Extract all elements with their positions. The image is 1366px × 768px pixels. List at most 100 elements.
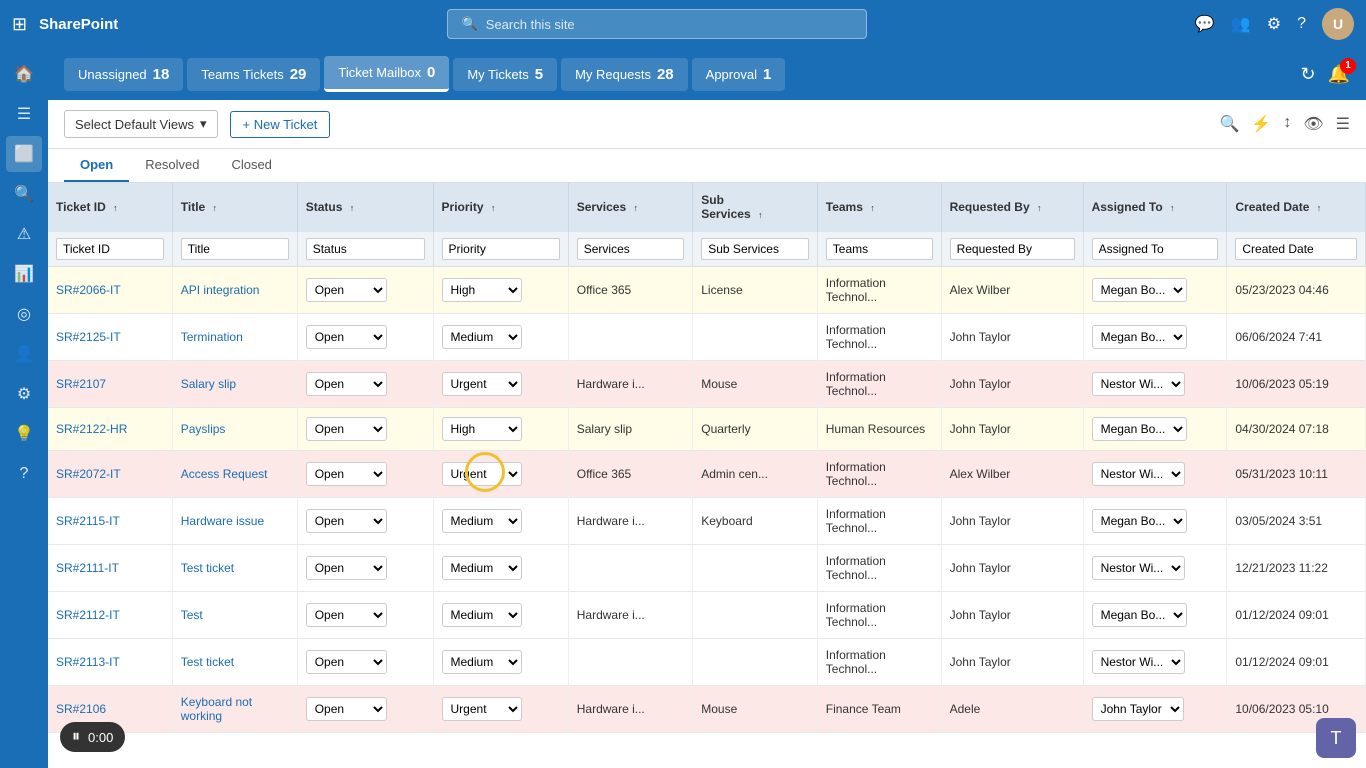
search-filter-icon[interactable]: 🔍 xyxy=(1220,114,1240,134)
tab-ticket-mailbox[interactable]: Ticket Mailbox 0 xyxy=(324,56,449,92)
assigned-to-select-7[interactable]: Megan Bo... xyxy=(1092,603,1187,627)
priority-select-9[interactable]: Low Medium High Urgent xyxy=(442,697,522,721)
sidebar-lightbulb-icon[interactable]: 💡 xyxy=(6,416,42,452)
col-title[interactable]: Title ↑ xyxy=(172,183,297,232)
filter-created-date[interactable] xyxy=(1235,238,1357,260)
filter-requested-by[interactable] xyxy=(950,238,1075,260)
ticket-id-cell[interactable]: SR#2112-IT xyxy=(56,608,120,622)
status-select-7[interactable]: Open Resolved Closed xyxy=(306,603,387,627)
ticket-id-cell[interactable]: SR#2115-IT xyxy=(56,514,120,528)
settings-icon[interactable]: ⚙ xyxy=(1267,14,1281,34)
col-status[interactable]: Status ↑ xyxy=(297,183,433,232)
status-select-6[interactable]: Open Resolved Closed xyxy=(306,556,387,580)
assigned-to-select-0[interactable]: Megan Bo... xyxy=(1092,278,1187,302)
ticket-title-cell[interactable]: Access Request xyxy=(181,467,268,481)
ticket-title-cell[interactable]: Termination xyxy=(181,330,243,344)
status-select-3[interactable]: Open Resolved Closed xyxy=(306,417,387,441)
col-ticket-id[interactable]: Ticket ID ↑ xyxy=(48,183,172,232)
sidebar-menu-icon[interactable]: ☰ xyxy=(6,96,42,132)
assigned-to-select-6[interactable]: Nestor Wi... xyxy=(1092,556,1185,580)
ticket-id-cell[interactable]: SR#2122-HR xyxy=(56,422,127,436)
grid-icon[interactable]: ☰ xyxy=(1336,114,1350,134)
col-teams[interactable]: Teams ↑ xyxy=(817,183,941,232)
status-select-5[interactable]: Open Resolved Closed xyxy=(306,509,387,533)
sidebar-chart-icon[interactable]: 📊 xyxy=(6,256,42,292)
teams-icon[interactable]: T xyxy=(1316,718,1356,758)
col-sub-services[interactable]: SubServices ↑ xyxy=(693,183,818,232)
ticket-id-cell[interactable]: SR#2111-IT xyxy=(56,561,119,575)
filter-sub-services[interactable] xyxy=(701,238,809,260)
status-select-9[interactable]: Open Resolved Closed xyxy=(306,697,387,721)
ticket-title-cell[interactable]: API integration xyxy=(181,283,260,297)
ticket-id-cell[interactable]: SR#2113-IT xyxy=(56,655,120,669)
sidebar-alert-icon[interactable]: ⚠ xyxy=(6,216,42,252)
search-input[interactable] xyxy=(486,17,852,32)
filter-services[interactable] xyxy=(577,238,685,260)
assigned-to-select-5[interactable]: Megan Bo... xyxy=(1092,509,1187,533)
assigned-to-select-9[interactable]: John Taylor xyxy=(1092,697,1184,721)
priority-select-1[interactable]: Low Medium High Urgent xyxy=(442,325,522,349)
assigned-to-select-4[interactable]: Nestor Wi... xyxy=(1092,462,1185,486)
sidebar-search-icon[interactable]: 🔍 xyxy=(6,176,42,212)
assigned-to-select-3[interactable]: Megan Bo... xyxy=(1092,417,1187,441)
ticket-title-cell[interactable]: Salary slip xyxy=(181,377,236,391)
refresh-icon[interactable]: ↻ xyxy=(1300,64,1315,85)
priority-select-0[interactable]: Low Medium High Urgent xyxy=(442,278,522,302)
ticket-title-cell[interactable]: Test ticket xyxy=(181,561,234,575)
status-tab-open[interactable]: Open xyxy=(64,149,129,182)
assigned-to-select-8[interactable]: Nestor Wi... xyxy=(1092,650,1185,674)
sidebar-question-icon[interactable]: ? xyxy=(6,456,42,492)
col-services[interactable]: Services ↑ xyxy=(568,183,693,232)
priority-select-3[interactable]: Low Medium High Urgent xyxy=(442,417,522,441)
ticket-title-cell[interactable]: Test ticket xyxy=(181,655,234,669)
priority-select-5[interactable]: Low Medium High Urgent xyxy=(442,509,522,533)
priority-select-6[interactable]: Low Medium High Urgent xyxy=(442,556,522,580)
priority-select-2[interactable]: Low Medium High Urgent xyxy=(442,372,522,396)
ticket-id-cell[interactable]: SR#2106 xyxy=(56,702,106,716)
status-select-1[interactable]: Open Resolved Closed xyxy=(306,325,387,349)
status-select-2[interactable]: Open Resolved Closed xyxy=(306,372,387,396)
sidebar-users-icon[interactable]: 👤 xyxy=(6,336,42,372)
ticket-title-cell[interactable]: Test xyxy=(181,608,203,622)
new-ticket-button[interactable]: + New Ticket xyxy=(230,111,331,138)
tab-approval[interactable]: Approval 1 xyxy=(692,58,786,91)
priority-select-7[interactable]: Low Medium High Urgent xyxy=(442,603,522,627)
chat-icon[interactable]: 💬 xyxy=(1195,14,1215,34)
sidebar-circle-icon[interactable]: ◎ xyxy=(6,296,42,332)
help-icon[interactable]: ? xyxy=(1297,15,1306,33)
filter-ticket-id[interactable] xyxy=(56,238,164,260)
tab-my-tickets[interactable]: My Tickets 5 xyxy=(453,58,557,91)
ticket-id-cell[interactable]: SR#2107 xyxy=(56,377,106,391)
view-selector[interactable]: Select Default Views ▾ xyxy=(64,110,218,138)
filter-teams[interactable] xyxy=(826,238,933,260)
tab-unassigned[interactable]: Unassigned 18 xyxy=(64,58,183,91)
status-select-0[interactable]: Open Resolved Closed xyxy=(306,278,387,302)
col-created-date[interactable]: Created Date ↑ xyxy=(1227,183,1366,232)
assigned-to-select-1[interactable]: Megan Bo... xyxy=(1092,325,1187,349)
ticket-title-cell[interactable]: Hardware issue xyxy=(181,514,264,528)
timer-pause-icon[interactable]: ⏸ xyxy=(72,728,80,746)
status-tab-resolved[interactable]: Resolved xyxy=(129,149,215,182)
tab-teams-tickets[interactable]: Teams Tickets 29 xyxy=(187,58,320,91)
hide-icon[interactable]: 👁 xyxy=(1303,114,1323,134)
ticket-title-cell[interactable]: Payslips xyxy=(181,422,226,436)
priority-select-8[interactable]: Low Medium High Urgent xyxy=(442,650,522,674)
ticket-id-cell[interactable]: SR#2072-IT xyxy=(56,467,121,481)
col-priority[interactable]: Priority ↑ xyxy=(433,183,568,232)
waffle-icon[interactable]: ⊞ xyxy=(12,14,27,35)
ticket-id-cell[interactable]: SR#2125-IT xyxy=(56,330,121,344)
filter-assigned-to[interactable] xyxy=(1092,238,1219,260)
ticket-id-cell[interactable]: SR#2066-IT xyxy=(56,283,121,297)
col-requested-by[interactable]: Requested By ↑ xyxy=(941,183,1083,232)
status-select-4[interactable]: Open Resolved Closed xyxy=(306,462,387,486)
sidebar-gear-icon[interactable]: ⚙ xyxy=(6,376,42,412)
user-avatar[interactable]: U xyxy=(1322,8,1354,40)
sidebar-home-icon[interactable]: 🏠 xyxy=(6,56,42,92)
priority-select-4[interactable]: Low Medium High Urgent xyxy=(442,462,522,486)
people-icon[interactable]: 👥 xyxy=(1231,14,1251,34)
filter-priority[interactable] xyxy=(442,238,560,260)
filter-status[interactable] xyxy=(306,238,425,260)
status-tab-closed[interactable]: Closed xyxy=(215,149,287,182)
sidebar-dashboard-icon[interactable]: ⬜ xyxy=(6,136,42,172)
ticket-title-cell[interactable]: Keyboard not working xyxy=(181,695,252,723)
